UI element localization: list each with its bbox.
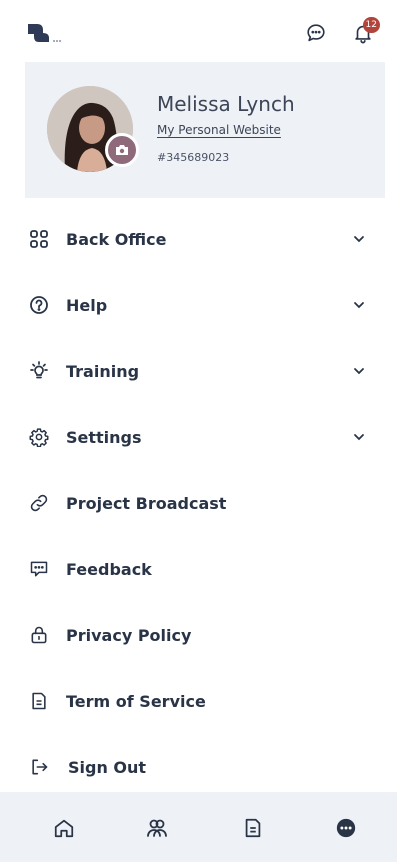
personal-website-link[interactable]: My Personal Website bbox=[157, 123, 281, 137]
menu-item-label: Back Office bbox=[66, 229, 167, 249]
sign-out-icon bbox=[28, 756, 50, 778]
gear-icon bbox=[28, 426, 50, 448]
document-icon[interactable] bbox=[241, 816, 265, 840]
profile-card: Melissa Lynch My Personal Website #34568… bbox=[25, 62, 385, 198]
more-icon[interactable] bbox=[334, 816, 358, 840]
menu-item-label: Feedback bbox=[66, 559, 152, 579]
brand-logo-icon[interactable] bbox=[26, 22, 66, 44]
team-icon[interactable] bbox=[145, 816, 169, 840]
member-id: #345689023 bbox=[157, 151, 230, 164]
camera-button[interactable] bbox=[105, 133, 139, 167]
menu-item-label: Settings bbox=[66, 427, 142, 447]
profile-name: Melissa Lynch bbox=[157, 92, 295, 116]
lightbulb-icon bbox=[28, 360, 50, 382]
bottom-nav bbox=[0, 792, 397, 862]
camera-icon bbox=[116, 145, 128, 155]
menu-item-back-office[interactable]: Back Office bbox=[0, 211, 397, 267]
menu-item-feedback[interactable]: Feedback bbox=[0, 541, 397, 597]
menu-item-label: Project Broadcast bbox=[66, 493, 227, 513]
menu-item-label: Term of Service bbox=[66, 691, 206, 711]
grid-icon bbox=[28, 228, 50, 250]
menu-item-privacy-policy[interactable]: Privacy Policy bbox=[0, 607, 397, 663]
menu-item-project-broadcast[interactable]: Project Broadcast bbox=[0, 475, 397, 531]
menu-item-label: Sign Out bbox=[68, 757, 147, 777]
chevron-down-icon[interactable] bbox=[352, 232, 366, 246]
chevron-down-icon[interactable] bbox=[352, 430, 366, 444]
menu-item-label: Help bbox=[66, 295, 108, 315]
bell-icon[interactable]: 12 bbox=[350, 17, 380, 46]
chevron-down-icon[interactable] bbox=[352, 298, 366, 312]
feedback-icon bbox=[28, 558, 50, 580]
menu-item-label: Training bbox=[66, 361, 140, 381]
top-bar: 12 bbox=[0, 0, 397, 62]
menu-item-settings[interactable]: Settings bbox=[0, 409, 397, 465]
menu-item-sign-out[interactable]: Sign Out bbox=[0, 739, 397, 795]
menu-item-label: Privacy Policy bbox=[66, 625, 192, 645]
link-icon bbox=[28, 492, 50, 514]
menu-item-term-of-service[interactable]: Term of Service bbox=[0, 673, 397, 729]
menu-item-training[interactable]: Training bbox=[0, 343, 397, 399]
help-circle-icon bbox=[28, 294, 50, 316]
home-icon[interactable] bbox=[52, 816, 76, 840]
chevron-down-icon[interactable] bbox=[352, 364, 366, 378]
document-icon bbox=[28, 690, 50, 712]
lock-icon bbox=[28, 624, 50, 646]
chat-bubble-icon[interactable] bbox=[303, 20, 329, 46]
menu-item-help[interactable]: Help bbox=[0, 277, 397, 333]
notification-badge: 12 bbox=[362, 17, 380, 33]
